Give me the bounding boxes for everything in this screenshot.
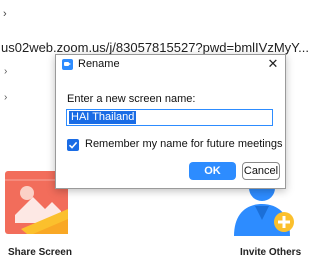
ok-button[interactable]: OK <box>189 162 236 180</box>
remember-name-label: Remember my name for future meetings <box>85 138 283 150</box>
checkmark-icon <box>68 141 78 149</box>
zoom-app-icon <box>62 59 73 70</box>
screen-name-input[interactable]: HAI Thailand <box>66 109 273 126</box>
rename-dialog: Rename ✕ Enter a new screen name: HAI Th… <box>55 54 286 189</box>
background-chevron: › <box>4 92 8 103</box>
invite-others-label: Invite Others <box>240 247 302 258</box>
cancel-button[interactable]: Cancel <box>242 162 280 180</box>
dialog-titlebar[interactable]: Rename ✕ <box>56 55 285 74</box>
remember-name-checkbox[interactable] <box>67 139 79 151</box>
screen-name-value: HAI Thailand <box>69 111 137 124</box>
rename-prompt: Enter a new screen name: <box>67 93 196 105</box>
dialog-title: Rename <box>78 58 120 70</box>
share-screen-label: Share Screen <box>8 247 72 258</box>
background-chevron: › <box>3 8 7 20</box>
background-chevron: › <box>4 66 8 77</box>
meeting-url: us02web.zoom.us/j/83057815527?pwd=bmlIVz… <box>1 40 309 55</box>
close-icon[interactable]: ✕ <box>265 56 281 72</box>
